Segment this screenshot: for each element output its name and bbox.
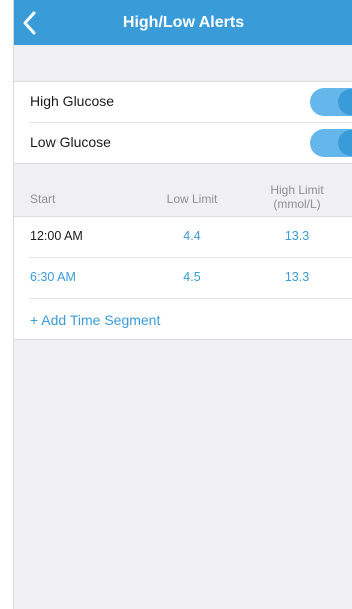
app-screen: High/Low Alerts High Glucose Low Glucose… <box>13 0 352 609</box>
table-row[interactable]: 6:30 AM 4.5 13.3 <box>14 258 352 298</box>
start-time: 6:30 AM <box>30 270 76 284</box>
high-glucose-toggle[interactable] <box>310 88 352 116</box>
toggle-knob <box>338 130 352 156</box>
low-glucose-toggle[interactable] <box>310 129 352 157</box>
high-limit-value: 13.3 <box>284 270 310 284</box>
divider <box>30 298 352 299</box>
table-row[interactable]: 12:00 AM 4.4 13.3 <box>14 217 352 257</box>
low-glucose-label: Low Glucose <box>30 134 111 150</box>
alert-toggles: High Glucose Low Glucose <box>14 81 352 164</box>
table-header: Start Low Limit High Limit (mmol/L) <box>14 174 352 216</box>
add-time-segment-button[interactable]: + Add Time Segment <box>30 312 160 328</box>
low-limit-value: 4.4 <box>183 229 201 243</box>
low-limit-value: 4.5 <box>183 270 201 284</box>
high-limit-label: High Limit <box>270 183 324 197</box>
high-glucose-row: High Glucose <box>14 82 352 122</box>
low-glucose-row: Low Glucose <box>14 123 352 163</box>
column-header-high-limit: High Limit (mmol/L) <box>257 183 337 211</box>
high-limit-value: 13.3 <box>284 229 310 243</box>
column-header-start: Start <box>30 192 56 206</box>
page-title: High/Low Alerts <box>122 14 245 31</box>
toggle-knob <box>338 89 352 115</box>
column-header-low-limit: Low Limit <box>166 192 218 206</box>
nav-bar: High/Low Alerts <box>14 0 352 45</box>
high-glucose-label: High Glucose <box>30 93 115 109</box>
unit-label: (mmol/L) <box>273 197 321 211</box>
start-time: 12:00 AM <box>30 229 83 243</box>
